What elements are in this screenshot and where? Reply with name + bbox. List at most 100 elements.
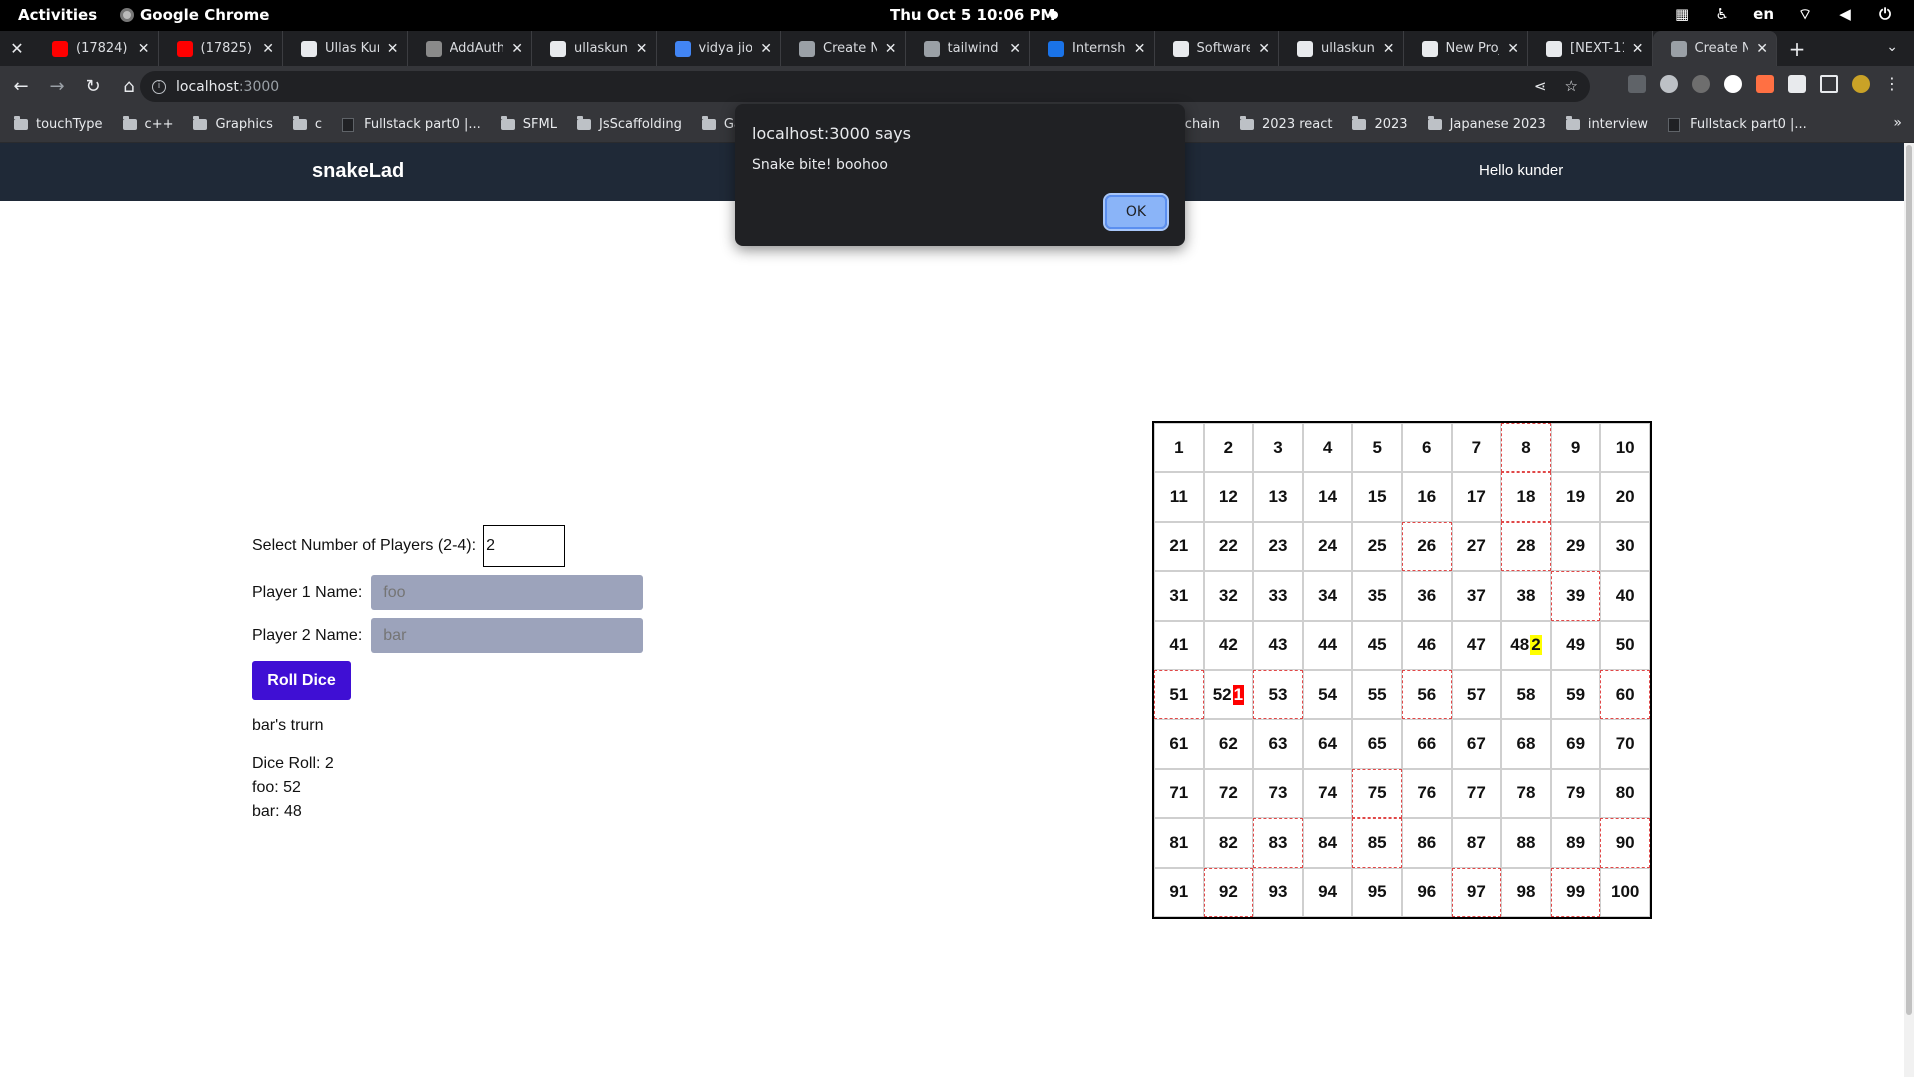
- browser-tab[interactable]: ullaskund ✕: [532, 31, 657, 66]
- puzzle-extensions-icon[interactable]: [1788, 74, 1806, 93]
- menu-kebab-icon[interactable]: ⋮: [1884, 74, 1900, 93]
- reload-button[interactable]: ↻: [78, 72, 108, 102]
- wifi-icon[interactable]: ⌔: [1796, 5, 1814, 23]
- board-cell: 21: [1154, 521, 1204, 572]
- tab-close-icon[interactable]: ✕: [1258, 41, 1270, 57]
- cell-number: 48: [1510, 635, 1530, 655]
- cast-icon[interactable]: [1628, 74, 1646, 93]
- browser-tab[interactable]: AddAuth ✕: [408, 31, 532, 66]
- cell-number: 63: [1268, 734, 1288, 754]
- brand-logo[interactable]: snakeLad: [312, 160, 404, 183]
- tab-close-icon[interactable]: ✕: [1383, 41, 1395, 57]
- player-count-label: Select Number of Players (2-4):: [252, 537, 477, 554]
- bookmark-label: 2023 react: [1262, 117, 1333, 132]
- extension-c-icon[interactable]: [1724, 74, 1742, 93]
- volume-icon[interactable]: ◀: [1836, 5, 1854, 23]
- accessibility-icon[interactable]: ♿: [1713, 5, 1731, 23]
- board-cell: 75: [1352, 768, 1402, 819]
- browser-tab[interactable]: Internshi ✕: [1030, 31, 1155, 66]
- new-tab-button[interactable]: +: [1777, 37, 1817, 61]
- bookmark-folder[interactable]: interview: [1565, 116, 1648, 132]
- bookmark-item[interactable]: Fullstack part0 |...: [1668, 117, 1807, 132]
- close-icon[interactable]: ✕: [0, 39, 34, 58]
- cell-number: 17: [1466, 487, 1486, 507]
- board-cell: 17: [1451, 472, 1502, 522]
- browser-tab[interactable]: [NEXT-11 ✕: [1528, 31, 1653, 66]
- tab-close-icon[interactable]: ✕: [1632, 41, 1644, 57]
- browser-tab[interactable]: vidya jio ✕: [657, 31, 781, 66]
- board-cell: 88: [1501, 818, 1551, 868]
- tab-close-icon[interactable]: ✕: [511, 41, 523, 57]
- bookmark-folder[interactable]: Japanese 2023: [1427, 116, 1546, 132]
- bookmark-label: touchType: [36, 117, 103, 132]
- bookmark-folder[interactable]: 2023: [1352, 116, 1408, 132]
- board-cell: 83: [1253, 818, 1303, 868]
- browser-tab[interactable]: Ullas Kun ✕: [283, 31, 408, 66]
- power-icon[interactable]: ⏻: [1876, 5, 1894, 23]
- browser-tab[interactable]: (17825) sr ✕: [159, 31, 283, 66]
- extension-a-icon[interactable]: [1660, 74, 1678, 93]
- board-cell: 16: [1401, 472, 1452, 522]
- tab-search-icon[interactable]: ⌄: [1886, 39, 1898, 55]
- page-scrollbar[interactable]: [1904, 143, 1914, 1077]
- bookmark-label: c++: [144, 117, 174, 132]
- browser-tab[interactable]: ullaskund ✕: [1279, 31, 1404, 66]
- tab-close-icon[interactable]: ✕: [1009, 41, 1021, 57]
- scrollbar-thumb[interactable]: [1906, 145, 1912, 1015]
- browser-tab[interactable]: New Proj ✕: [1404, 31, 1528, 66]
- tab-close-icon[interactable]: ✕: [262, 41, 274, 57]
- bookmark-item[interactable]: Fullstack part0 |...: [342, 117, 481, 132]
- cell-number: 43: [1268, 635, 1288, 655]
- tab-close-icon[interactable]: ✕: [138, 41, 150, 57]
- turn-indicator: bar's trurn: [252, 717, 324, 734]
- more-bookmarks-icon[interactable]: »: [1893, 115, 1902, 131]
- board-cell: 89: [1550, 818, 1601, 868]
- bookmark-folder[interactable]: Graphics: [193, 116, 273, 132]
- player-count-input[interactable]: [483, 525, 566, 567]
- back-button[interactable]: ←: [6, 72, 36, 102]
- player2-name-input[interactable]: [371, 618, 644, 653]
- activities-button[interactable]: Activities: [18, 6, 97, 24]
- tab-close-icon[interactable]: ✕: [1756, 41, 1768, 57]
- cell-number: 91: [1169, 882, 1189, 902]
- browser-tab[interactable]: Software ✕: [1155, 31, 1279, 66]
- bookmark-folder[interactable]: c++: [122, 116, 174, 132]
- tab-close-icon[interactable]: ✕: [1134, 41, 1146, 57]
- bookmark-folder[interactable]: JsScaffolding: [576, 116, 682, 132]
- bookmark-folder[interactable]: touchType: [14, 116, 103, 132]
- tab-close-icon[interactable]: ✕: [885, 41, 897, 57]
- extension-b-icon[interactable]: [1692, 74, 1710, 93]
- browser-tab[interactable]: Create Ne ✕: [1652, 31, 1777, 66]
- workspace-grid-icon[interactable]: ▦: [1673, 5, 1691, 23]
- bookmark-star-icon[interactable]: ☆: [1565, 77, 1578, 95]
- tab-close-icon[interactable]: ✕: [636, 41, 648, 57]
- side-panel-icon[interactable]: [1820, 74, 1838, 93]
- roll-dice-button[interactable]: Roll Dice: [252, 661, 351, 700]
- browser-tab[interactable]: tailwind c ✕: [906, 31, 1030, 66]
- board-cell: 77: [1451, 768, 1502, 819]
- language-indicator[interactable]: en: [1753, 5, 1774, 23]
- extension-d-icon[interactable]: [1756, 74, 1774, 93]
- bookmark-folder[interactable]: SFML: [500, 116, 557, 132]
- clock[interactable]: Thu Oct 5 10:06 PM: [890, 6, 1055, 24]
- profile-avatar[interactable]: [1852, 74, 1870, 93]
- tab-close-icon[interactable]: ✕: [387, 41, 399, 57]
- address-bar[interactable]: i localhost:3000 ⋖ ☆: [140, 71, 1590, 102]
- folder-icon: [122, 116, 137, 130]
- alert-ok-button[interactable]: OK: [1103, 193, 1169, 231]
- bookmark-folder[interactable]: c: [292, 116, 322, 132]
- browser-tab[interactable]: Create Ne ✕: [781, 31, 906, 66]
- folder-icon: [701, 116, 716, 130]
- share-icon[interactable]: ⋖: [1534, 77, 1547, 95]
- board-cell: 95: [1352, 867, 1402, 917]
- tab-close-icon[interactable]: ✕: [1507, 41, 1519, 57]
- site-info-icon[interactable]: i: [152, 79, 166, 94]
- board-cell: 12: [1203, 472, 1254, 522]
- forward-button[interactable]: →: [42, 72, 72, 102]
- tab-close-icon[interactable]: ✕: [760, 41, 772, 57]
- bookmark-folder[interactable]: 2023 react: [1240, 116, 1333, 132]
- system-tray[interactable]: ▦ ♿ en ⌔ ◀ ⏻: [1673, 5, 1894, 23]
- browser-tab[interactable]: (17824) Ti ✕: [34, 31, 159, 66]
- player1-name-input[interactable]: [371, 575, 644, 610]
- app-menu[interactable]: Google Chrome: [120, 6, 269, 24]
